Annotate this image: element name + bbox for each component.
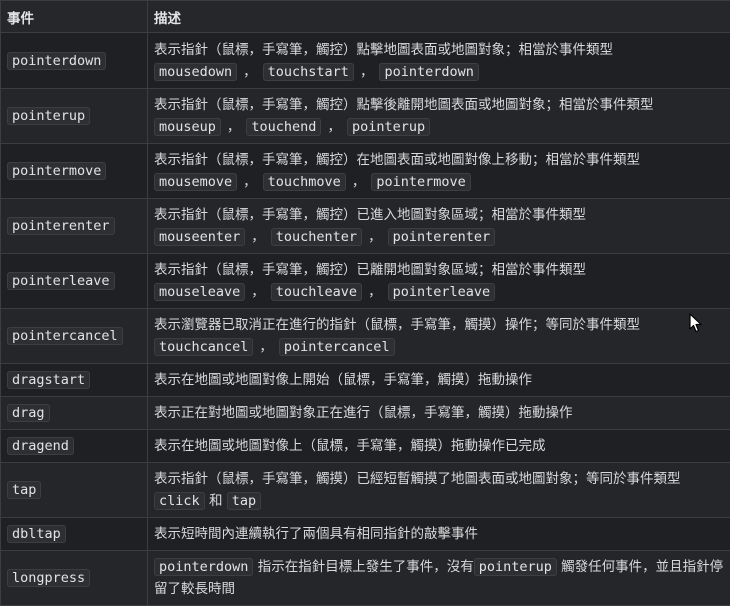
event-cell: tap (0, 462, 148, 518)
event-name: dbltap (7, 525, 66, 543)
event-type-code: mouseup (154, 118, 221, 136)
event-type-code: pointerup (473, 558, 557, 576)
events-table: 事件 描述 pointerdown 表示指針（鼠標，手寫筆，觸控）點擊地圖表面或… (0, 0, 730, 606)
description-cell: 表示指針（鼠標，手寫筆，觸控）點擊地圖表面或地圖對象；相當於事件類型 mouse… (147, 32, 730, 89)
description-cell: 表示指針（鼠標，手寫筆，觸控）在地圖表面或地圖對像上移動；相當於事件類型 mou… (147, 143, 730, 199)
separator: ， (359, 63, 374, 80)
event-cell: drag (0, 396, 148, 430)
event-name: pointerup (7, 107, 91, 125)
table-row: pointermove 表示指針（鼠標，手寫筆，觸控）在地圖表面或地圖對像上移動… (0, 143, 730, 199)
event-cell: dbltap (0, 517, 148, 551)
event-name: drag (7, 404, 50, 422)
event-cell: pointerdown (0, 32, 148, 89)
description-cell: 表示指針（鼠標，手寫筆，觸控）已進入地圖對象區域；相當於事件類型 mouseen… (147, 198, 730, 254)
description-text: 表示在地圖或地圖對像上（鼠標，手寫筆，觸摸）拖動操作已完成 (154, 438, 546, 454)
event-name: tap (7, 481, 42, 499)
event-name: pointerenter (7, 217, 115, 235)
event-name: pointermove (7, 162, 107, 180)
table-row: dragstart 表示在地圖或地圖對像上開始（鼠標，手寫筆，觸摸）拖動操作 (0, 363, 730, 397)
table-row: drag 表示正在對地圖或地圖對象正在進行（鼠標，手寫筆，觸摸）拖動操作 (0, 396, 730, 430)
event-name: dragend (7, 437, 74, 455)
table-row: dragend 表示在地圖或地圖對像上（鼠標，手寫筆，觸摸）拖動操作已完成 (0, 429, 730, 463)
description-cell: 表示短時間內連續執行了兩個具有相同指針的敲擊事件 (147, 517, 730, 551)
event-type-code: touchleave (270, 283, 363, 301)
event-name: dragstart (7, 371, 91, 389)
description-text: 表示在地圖或地圖對像上開始（鼠標，手寫筆，觸摸）拖動操作 (154, 372, 532, 388)
event-name: longpress (7, 569, 91, 587)
description-cell: 表示指針（鼠標，手寫筆，觸摸）已經短暫觸摸了地圖表面或地圖對象；等同於事件類型 … (147, 462, 730, 518)
event-type-code: pointerdown (379, 62, 479, 81)
event-type-code: mouseleave (154, 283, 246, 301)
separator: ， (243, 174, 257, 190)
description-text: 指示在指針目標上發生了事件，沒有 (257, 559, 474, 575)
description-cell: pointerdown 指示在指針目標上發生了事件，沒有 pointerup 觸發… (147, 550, 730, 606)
separator: ， (368, 284, 382, 300)
separator: ， (243, 63, 257, 80)
event-type-code: mousemove (154, 173, 238, 191)
separator: ， (251, 229, 265, 245)
table-row: tap 表示指針（鼠標，手寫筆，觸摸）已經短暫觸摸了地圖表面或地圖對象；等同於事… (0, 462, 730, 518)
description-text: 表示短時間內連續執行了兩個具有相同指針的敲擊事件 (154, 526, 478, 542)
description-cell: 表示在地圖或地圖對像上開始（鼠標，手寫筆，觸摸）拖動操作 (147, 363, 730, 397)
event-type-code: pointercancel (278, 338, 395, 356)
event-cell: pointercancel (0, 308, 148, 364)
event-type-code: touchcancel (154, 338, 254, 356)
separator: ， (351, 174, 366, 190)
description-text: 表示指針（鼠標，手寫筆，觸控）在地圖表面或地圖對像上移動；相當於事件類型 (154, 152, 640, 168)
event-name: pointercancel (7, 327, 123, 345)
event-cell: dragend (0, 429, 148, 463)
event-type-code: pointerenter (387, 228, 496, 246)
description-text: 表示指針（鼠標，手寫筆，觸控）點擊地圖表面或地圖對象；相當於事件類型 (154, 41, 613, 58)
table-row: pointercancel 表示瀏覽器已取消正在進行的指針（鼠標，手寫筆，觸摸）… (0, 308, 730, 364)
event-type-code: touchmove (262, 173, 346, 191)
description-text: 表示正在對地圖或地圖對象正在進行（鼠標，手寫筆，觸摸）拖動操作 (154, 405, 573, 421)
table-row: pointerleave 表示指針（鼠標，手寫筆，觸控）已離開地圖對象區域；相當… (0, 253, 730, 309)
separator: ， (368, 229, 382, 245)
table-row: pointerdown 表示指針（鼠標，手寫筆，觸控）點擊地圖表面或地圖對象；相… (0, 32, 730, 89)
mouse-pointer-icon (689, 313, 702, 333)
event-type-code: pointerup (346, 118, 431, 136)
separator: ， (226, 119, 241, 135)
event-cell: pointerenter (0, 198, 148, 254)
header-event: 事件 (0, 0, 148, 33)
description-cell: 表示瀏覽器已取消正在進行的指針（鼠標，手寫筆，觸摸）操作；等同於事件類型 tou… (147, 308, 730, 364)
description-text: 表示指針（鼠標，手寫筆，觸控）點擊後離開地圖表面或地圖對象；相當於事件類型 (154, 97, 654, 113)
description-text: 表示指針（鼠標，手寫筆，觸控）已離開地圖對象區域；相當於事件類型 (154, 262, 586, 278)
event-type-code: touchenter (270, 228, 363, 246)
event-cell: dragstart (0, 363, 148, 397)
joiner-text: 和 (208, 493, 223, 509)
separator: ， (251, 284, 265, 300)
description-cell: 表示指針（鼠標，手寫筆，觸控）已離開地圖對象區域；相當於事件類型 mousele… (147, 253, 730, 309)
event-type-code: tap (226, 492, 262, 510)
table-row: pointerup 表示指針（鼠標，手寫筆，觸控）點擊後離開地圖表面或地圖對象；… (0, 88, 730, 144)
event-type-code: touchend (246, 118, 322, 136)
event-type-code: pointerdown (154, 558, 254, 576)
description-cell: 表示正在對地圖或地圖對象正在進行（鼠標，手寫筆，觸摸）拖動操作 (147, 396, 730, 430)
header-description: 描述 (147, 0, 730, 33)
description-cell: 表示指針（鼠標，手寫筆，觸控）點擊後離開地圖表面或地圖對象；相當於事件類型 mo… (147, 88, 730, 144)
event-cell: pointerup (0, 88, 148, 144)
description-text: 表示瀏覽器已取消正在進行的指針（鼠標，手寫筆，觸摸）操作；等同於事件類型 (154, 317, 640, 333)
description-cell: 表示在地圖或地圖對像上（鼠標，手寫筆，觸摸）拖動操作已完成 (147, 429, 730, 463)
event-cell: pointermove (0, 143, 148, 199)
event-cell: longpress (0, 550, 148, 606)
event-type-code: pointermove (371, 173, 471, 191)
event-name: pointerdown (7, 51, 107, 70)
event-type-code: mouseenter (154, 228, 246, 246)
description-text: 表示指針（鼠標，手寫筆，觸摸）已經短暫觸摸了地圖表面或地圖對象；等同於事件類型 (154, 471, 681, 487)
table-row: pointerenter 表示指針（鼠標，手寫筆，觸控）已進入地圖對象區域；相當… (0, 198, 730, 254)
event-type-code: mousedown (154, 62, 238, 81)
event-cell: pointerleave (0, 253, 148, 309)
event-name: pointerleave (7, 272, 115, 290)
event-type-code: pointerleave (387, 283, 496, 301)
separator: ， (327, 119, 341, 135)
table-header-row: 事件 描述 (0, 0, 730, 33)
event-type-code: touchstart (262, 62, 354, 81)
description-text: 表示指針（鼠標，手寫筆，觸控）已進入地圖對象區域；相當於事件類型 (154, 207, 586, 223)
table-row: longpress pointerdown 指示在指針目標上發生了事件，沒有 po… (0, 550, 730, 606)
event-type-code: click (154, 492, 205, 510)
table-row: dbltap 表示短時間內連續執行了兩個具有相同指針的敲擊事件 (0, 517, 730, 551)
separator: ， (259, 339, 273, 355)
